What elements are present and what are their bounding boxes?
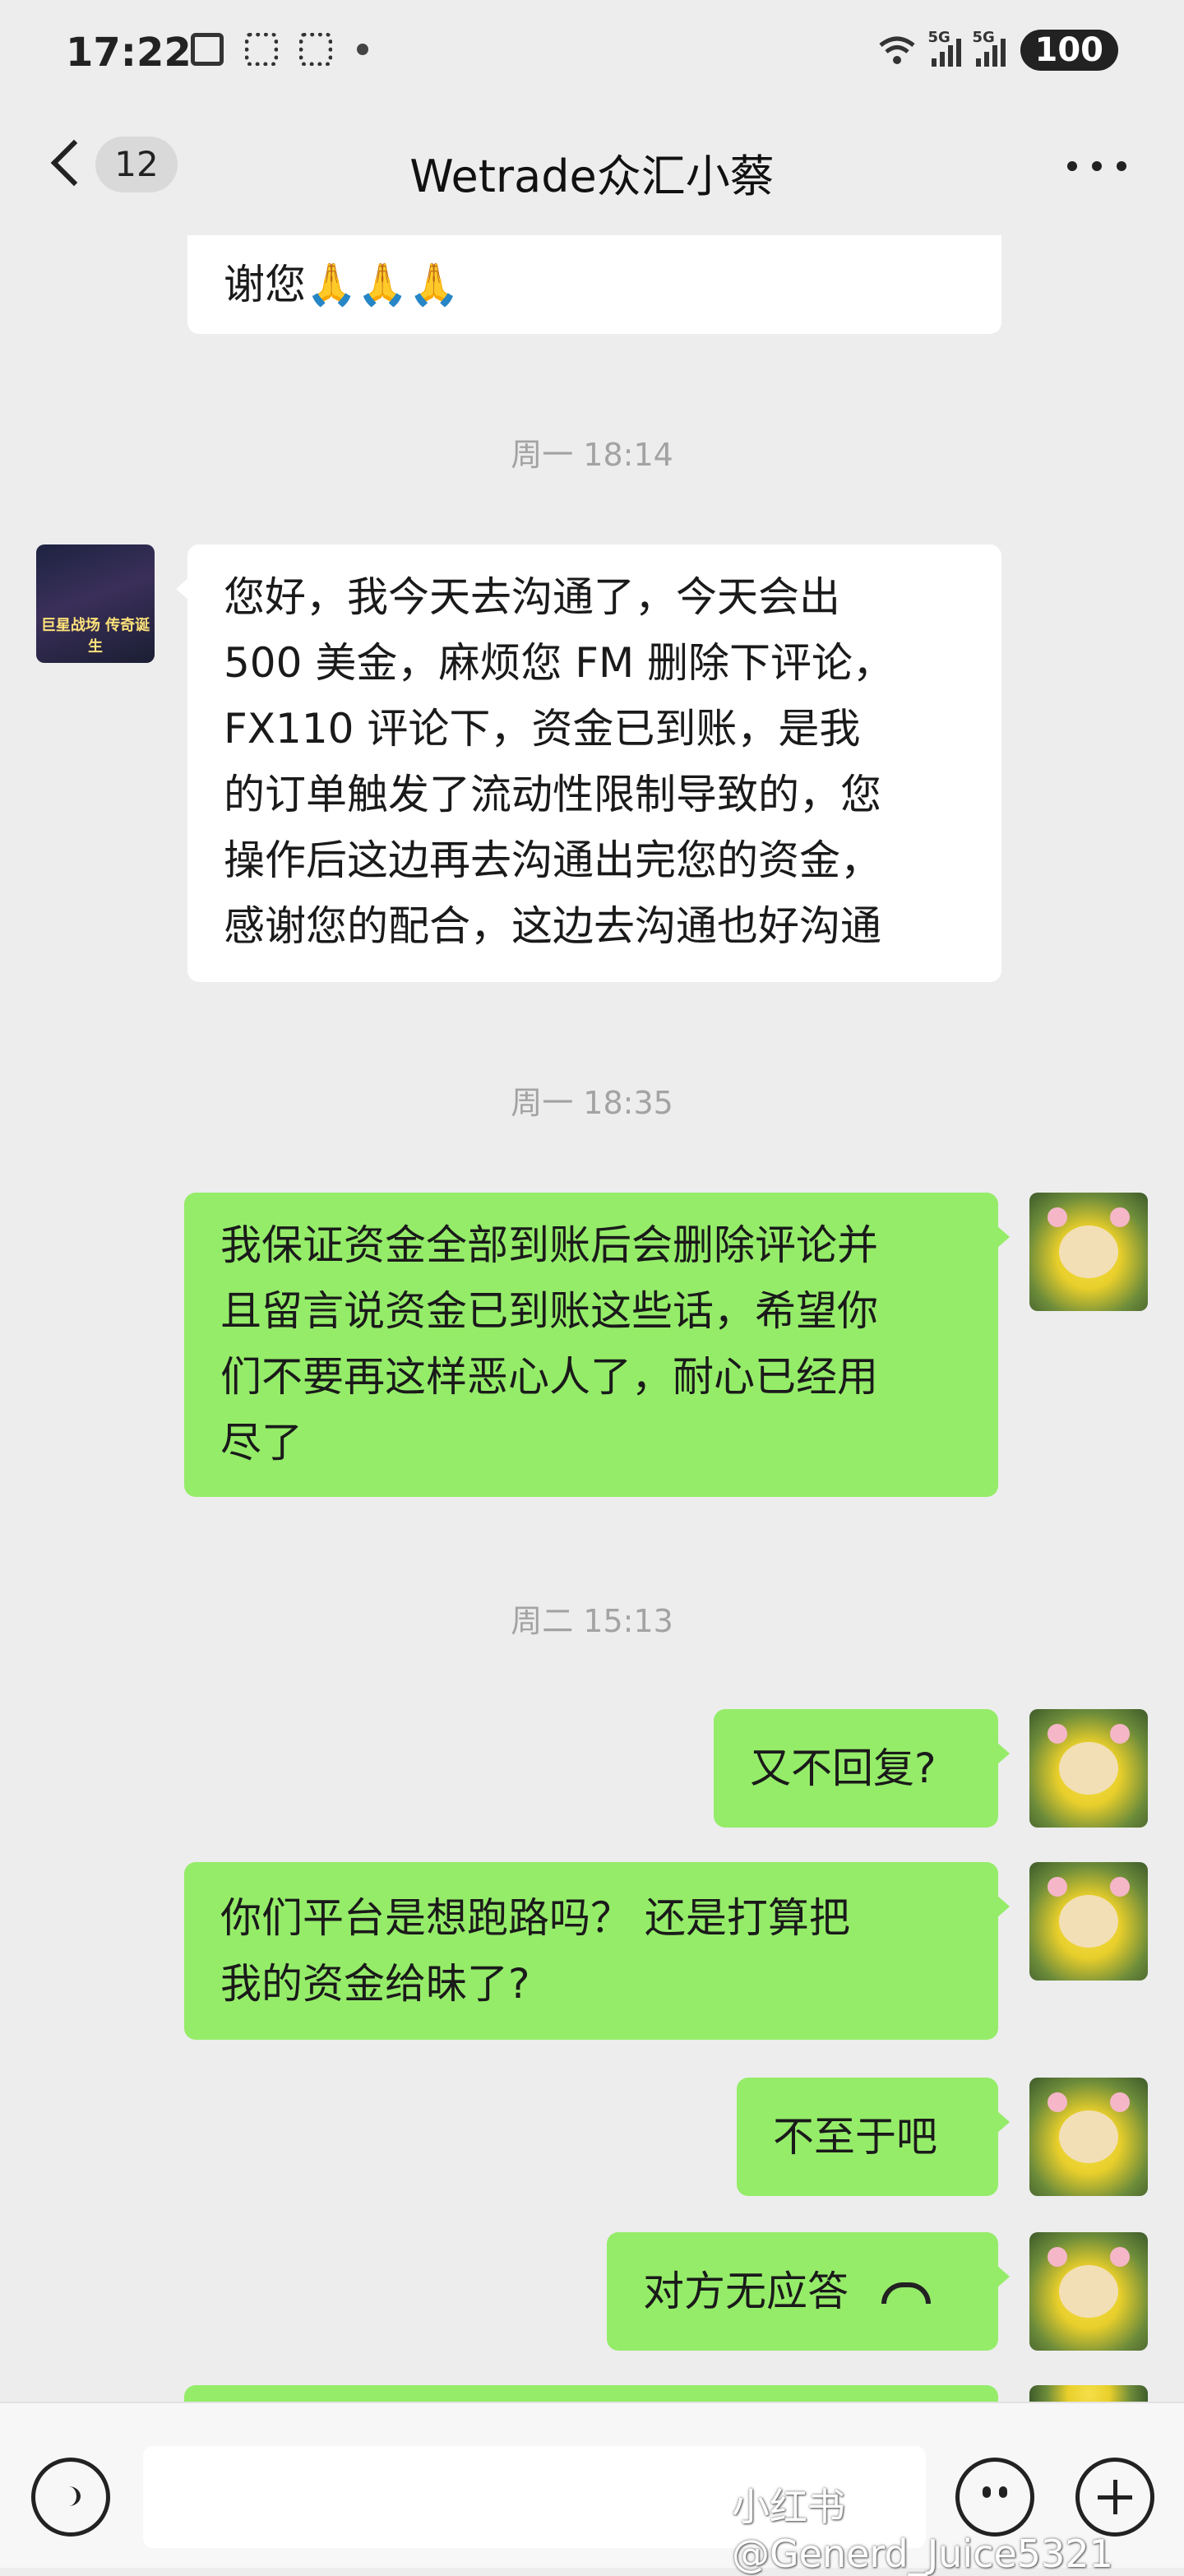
message-text: 对方无应答 <box>643 2268 849 2315</box>
message-line: 您好，我今天去沟通了，今天会出 <box>224 573 840 621</box>
battery-indicator: 100 <box>1020 30 1118 71</box>
timestamp: 周一 18:14 <box>511 437 673 473</box>
self-avatar[interactable] <box>1029 1193 1148 1311</box>
self-avatar[interactable] <box>1029 1862 1148 1981</box>
message-line: 我的资金给昧了? <box>220 1960 530 2008</box>
self-avatar <box>1029 2385 1148 2402</box>
message-line: 且留言说资金已到账这些话，希望你 <box>220 1287 878 1335</box>
app-icon <box>299 33 332 66</box>
signal-icon: 5G <box>928 29 961 67</box>
self-avatar[interactable] <box>1029 2232 1148 2351</box>
self-avatar[interactable] <box>1029 1709 1148 1828</box>
status-bar: 17:22 5G 5G 100 <box>0 0 1184 107</box>
more-dots-icon[interactable] <box>1067 161 1126 171</box>
message-bubble-outgoing <box>184 2385 1010 2441</box>
message-bubble-outgoing[interactable]: 又不回复? <box>714 1709 1010 1828</box>
message-text: 又不回复? <box>750 1744 937 1792</box>
message-line: 你们平台是想跑路吗？ 还是打算把 <box>220 1894 850 1942</box>
message-text: 不至于吧 <box>773 2113 937 2161</box>
message-line: 500 美金，麻烦您 FM 删除下评论， <box>224 639 895 687</box>
more-notifications-icon <box>357 44 368 55</box>
contact-avatar[interactable]: 巨星战场 传奇诞生 <box>36 544 155 663</box>
message-bubble-incoming[interactable]: 谢您🙏🙏🙏 <box>187 235 1001 334</box>
message-line: 尽了 <box>220 1419 303 1466</box>
timestamp: 周一 18:35 <box>511 1085 673 1121</box>
message-line: 我保证资金全部到账后会删除评论并 <box>220 1221 878 1269</box>
status-time: 17:22 <box>66 30 192 76</box>
voice-icon[interactable] <box>31 2458 110 2537</box>
self-avatar[interactable] <box>1029 2078 1148 2196</box>
chat-title: Wetrade众汇小蔡 <box>409 151 775 202</box>
timestamp: 周二 15:13 <box>511 1603 673 1639</box>
message-text: 谢您🙏🙏🙏 <box>224 261 460 308</box>
hangup-icon <box>881 2282 931 2304</box>
message-line: 感谢您的配合，这边去沟通也好沟通 <box>224 902 881 950</box>
watermark: 小红书@Generd_Juice5321 <box>732 2485 1113 2576</box>
message-bubble-incoming[interactable]: 您好，我今天去沟通了，今天会出 500 美金，麻烦您 FM 删除下评论， FX1… <box>176 544 1001 982</box>
message-bubble-outgoing[interactable]: 我保证资金全部到账后会删除评论并 且留言说资金已到账这些话，希望你 们不要再这样… <box>184 1193 1010 1497</box>
chat-header: 12 Wetrade众汇小蔡 <box>0 107 1184 230</box>
signal-icon: 5G <box>973 29 1006 67</box>
message-line: FX110 评论下，资金已到账，是我 <box>224 705 861 753</box>
call-record-bubble[interactable]: 对方无应答 <box>607 2232 1010 2351</box>
status-right-icons: 5G 5G 100 <box>877 29 1118 71</box>
message-line: 们不要再这样恶心人了，耐心已经用 <box>220 1353 878 1401</box>
status-notification-icons <box>191 33 368 66</box>
app-icon <box>245 33 278 66</box>
wifi-icon <box>877 34 917 67</box>
message-line: 的订单触发了流动性限制导致的，您 <box>224 771 881 818</box>
message-line: 操作后这边再去沟通出完您的资金， <box>224 836 881 884</box>
message-bubble-outgoing[interactable]: 不至于吧 <box>737 2078 1010 2196</box>
message-bubble-outgoing[interactable]: 你们平台是想跑路吗？ 还是打算把 我的资金给昧了? <box>184 1862 1010 2040</box>
screenshot-icon <box>191 33 224 66</box>
